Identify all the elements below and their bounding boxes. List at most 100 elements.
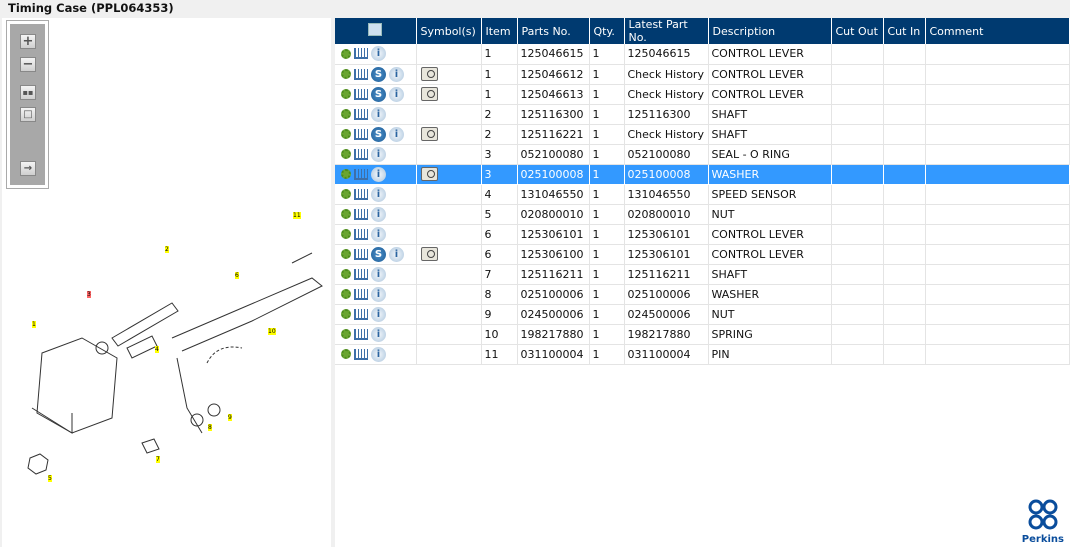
cart-icon[interactable] — [354, 88, 368, 100]
gear-icon[interactable] — [341, 109, 351, 119]
column-header[interactable]: Qty. — [589, 18, 625, 44]
table-row[interactable]: i 6 125306101 1 125306101 CONTROL LEVER — [335, 224, 1070, 245]
cart-icon[interactable] — [354, 228, 368, 240]
table-row[interactable]: Si 1 125046613 1 Check History CONTROL LEVER — [335, 84, 1070, 105]
cart-icon[interactable] — [354, 348, 368, 360]
cart-icon[interactable] — [354, 48, 368, 60]
callout-selected[interactable]: 3 — [87, 291, 91, 298]
zoom-in-button[interactable]: + — [20, 34, 36, 49]
info-icon[interactable]: i — [371, 146, 386, 162]
info-icon[interactable]: i — [371, 346, 386, 362]
table-row[interactable]: i 1 125046615 1 125046615 CONTROL LEVER — [335, 44, 1070, 65]
callout[interactable]: 11 — [293, 212, 301, 219]
toggle-list-button[interactable]: → — [20, 161, 36, 176]
info-icon[interactable]: i — [371, 226, 386, 242]
info-icon[interactable]: i — [371, 326, 386, 342]
info-icon[interactable]: i — [371, 186, 386, 202]
info-icon[interactable]: i — [371, 106, 386, 122]
gear-icon[interactable] — [341, 129, 351, 139]
table-row[interactable]: i 7 125116211 1 125116211 SHAFT — [335, 264, 1070, 285]
column-header[interactable]: Latest Part No. — [624, 18, 709, 44]
cart-icon[interactable] — [354, 288, 368, 300]
book-search-icon[interactable] — [420, 87, 438, 101]
cart-icon[interactable] — [354, 168, 368, 180]
gear-icon[interactable] — [341, 349, 351, 359]
callout[interactable]: 1 — [32, 321, 36, 328]
table-row[interactable]: Si 1 125046612 1 Check History CONTROL LEVER — [335, 64, 1070, 85]
column-header[interactable]: Item — [481, 18, 518, 44]
table-row[interactable]: i 2 125116300 1 125116300 SHAFT — [335, 104, 1070, 125]
book-search-icon[interactable] — [420, 127, 438, 141]
cart-icon[interactable] — [354, 248, 368, 260]
info-icon[interactable]: i — [371, 46, 386, 62]
table-row[interactable]: i 3 052100080 1 052100080 SEAL - O RING — [335, 144, 1070, 165]
zoom-out-button[interactable]: − — [20, 57, 36, 72]
cart-icon[interactable] — [354, 328, 368, 340]
cart-icon[interactable] — [354, 128, 368, 140]
info-icon[interactable]: i — [371, 286, 386, 302]
actual-size-button[interactable]: □ — [20, 107, 36, 122]
callout[interactable]: 2 — [165, 246, 169, 253]
callout[interactable]: 4 — [155, 346, 159, 353]
supersession-icon[interactable]: S — [371, 86, 386, 102]
info-icon[interactable]: i — [389, 66, 404, 82]
info-icon[interactable]: i — [389, 86, 404, 102]
gear-icon[interactable] — [341, 329, 351, 339]
column-header[interactable]: Cut In — [883, 18, 926, 44]
gear-icon[interactable] — [341, 89, 351, 99]
gear-icon[interactable] — [341, 48, 351, 59]
cart-icon[interactable] — [354, 208, 368, 220]
cart-icon[interactable] — [354, 68, 368, 80]
gear-icon[interactable] — [341, 249, 351, 259]
column-header[interactable]: Comment — [925, 18, 1070, 44]
cart-icon[interactable] — [354, 268, 368, 280]
supersession-icon[interactable]: S — [371, 66, 386, 82]
cart-icon[interactable] — [354, 108, 368, 120]
search-list-icon[interactable] — [368, 23, 383, 36]
table-row[interactable]: i 8 025100006 1 025100006 WASHER — [335, 284, 1070, 305]
gear-icon[interactable] — [341, 69, 351, 79]
info-icon[interactable]: i — [389, 126, 404, 142]
cart-icon[interactable] — [354, 148, 368, 160]
info-icon[interactable]: i — [371, 206, 386, 222]
info-icon[interactable]: i — [371, 266, 386, 282]
callout[interactable]: 9 — [228, 414, 232, 421]
info-icon[interactable]: i — [389, 246, 404, 262]
column-header[interactable]: Cut Out — [831, 18, 884, 44]
gear-icon[interactable] — [341, 309, 351, 319]
book-search-icon[interactable] — [420, 67, 438, 81]
callout[interactable]: 7 — [156, 456, 160, 463]
gear-icon[interactable] — [341, 169, 351, 179]
supersession-icon[interactable]: S — [371, 246, 386, 262]
cart-icon[interactable] — [354, 188, 368, 200]
callout[interactable]: 5 — [48, 475, 52, 482]
table-row[interactable]: i 4 131046550 1 131046550 SPEED SENSOR — [335, 184, 1070, 205]
gear-icon[interactable] — [341, 289, 351, 299]
info-icon[interactable]: i — [371, 306, 386, 322]
column-header[interactable]: Description — [708, 18, 832, 44]
supersession-icon[interactable]: S — [371, 126, 386, 142]
column-header[interactable]: Symbol(s) — [416, 18, 482, 44]
table-row[interactable]: i 11 031100004 1 031100004 PIN — [335, 344, 1070, 365]
table-row[interactable]: Si 2 125116221 1 Check History SHAFT — [335, 124, 1070, 145]
book-search-icon[interactable] — [420, 247, 438, 261]
column-header[interactable]: Parts No. — [517, 18, 590, 44]
gear-icon[interactable] — [341, 269, 351, 279]
table-row[interactable]: i 5 020800010 1 020800010 NUT — [335, 204, 1070, 225]
table-row[interactable]: i 9 024500006 1 024500006 NUT — [335, 304, 1070, 325]
gear-icon[interactable] — [341, 189, 351, 199]
gear-icon[interactable] — [341, 209, 351, 219]
table-row[interactable]: i 10 198217880 1 198217880 SPRING — [335, 324, 1070, 345]
column-header-search[interactable] — [335, 18, 417, 44]
table-row[interactable]: i 3 025100008 1 025100008 WASHER — [335, 164, 1070, 185]
info-icon[interactable]: i — [371, 166, 386, 182]
callout[interactable]: 6 — [235, 272, 239, 279]
table-row[interactable]: Si 6 125306100 1 125306101 CONTROL LEVER — [335, 244, 1070, 265]
gear-icon[interactable] — [341, 229, 351, 239]
callout[interactable]: 10 — [268, 328, 276, 335]
callout[interactable]: 8 — [208, 424, 212, 431]
cart-icon[interactable] — [354, 308, 368, 320]
gear-icon[interactable] — [341, 149, 351, 159]
fit-all-button[interactable]: ▪▪ — [20, 85, 36, 100]
book-search-icon[interactable] — [420, 167, 438, 181]
